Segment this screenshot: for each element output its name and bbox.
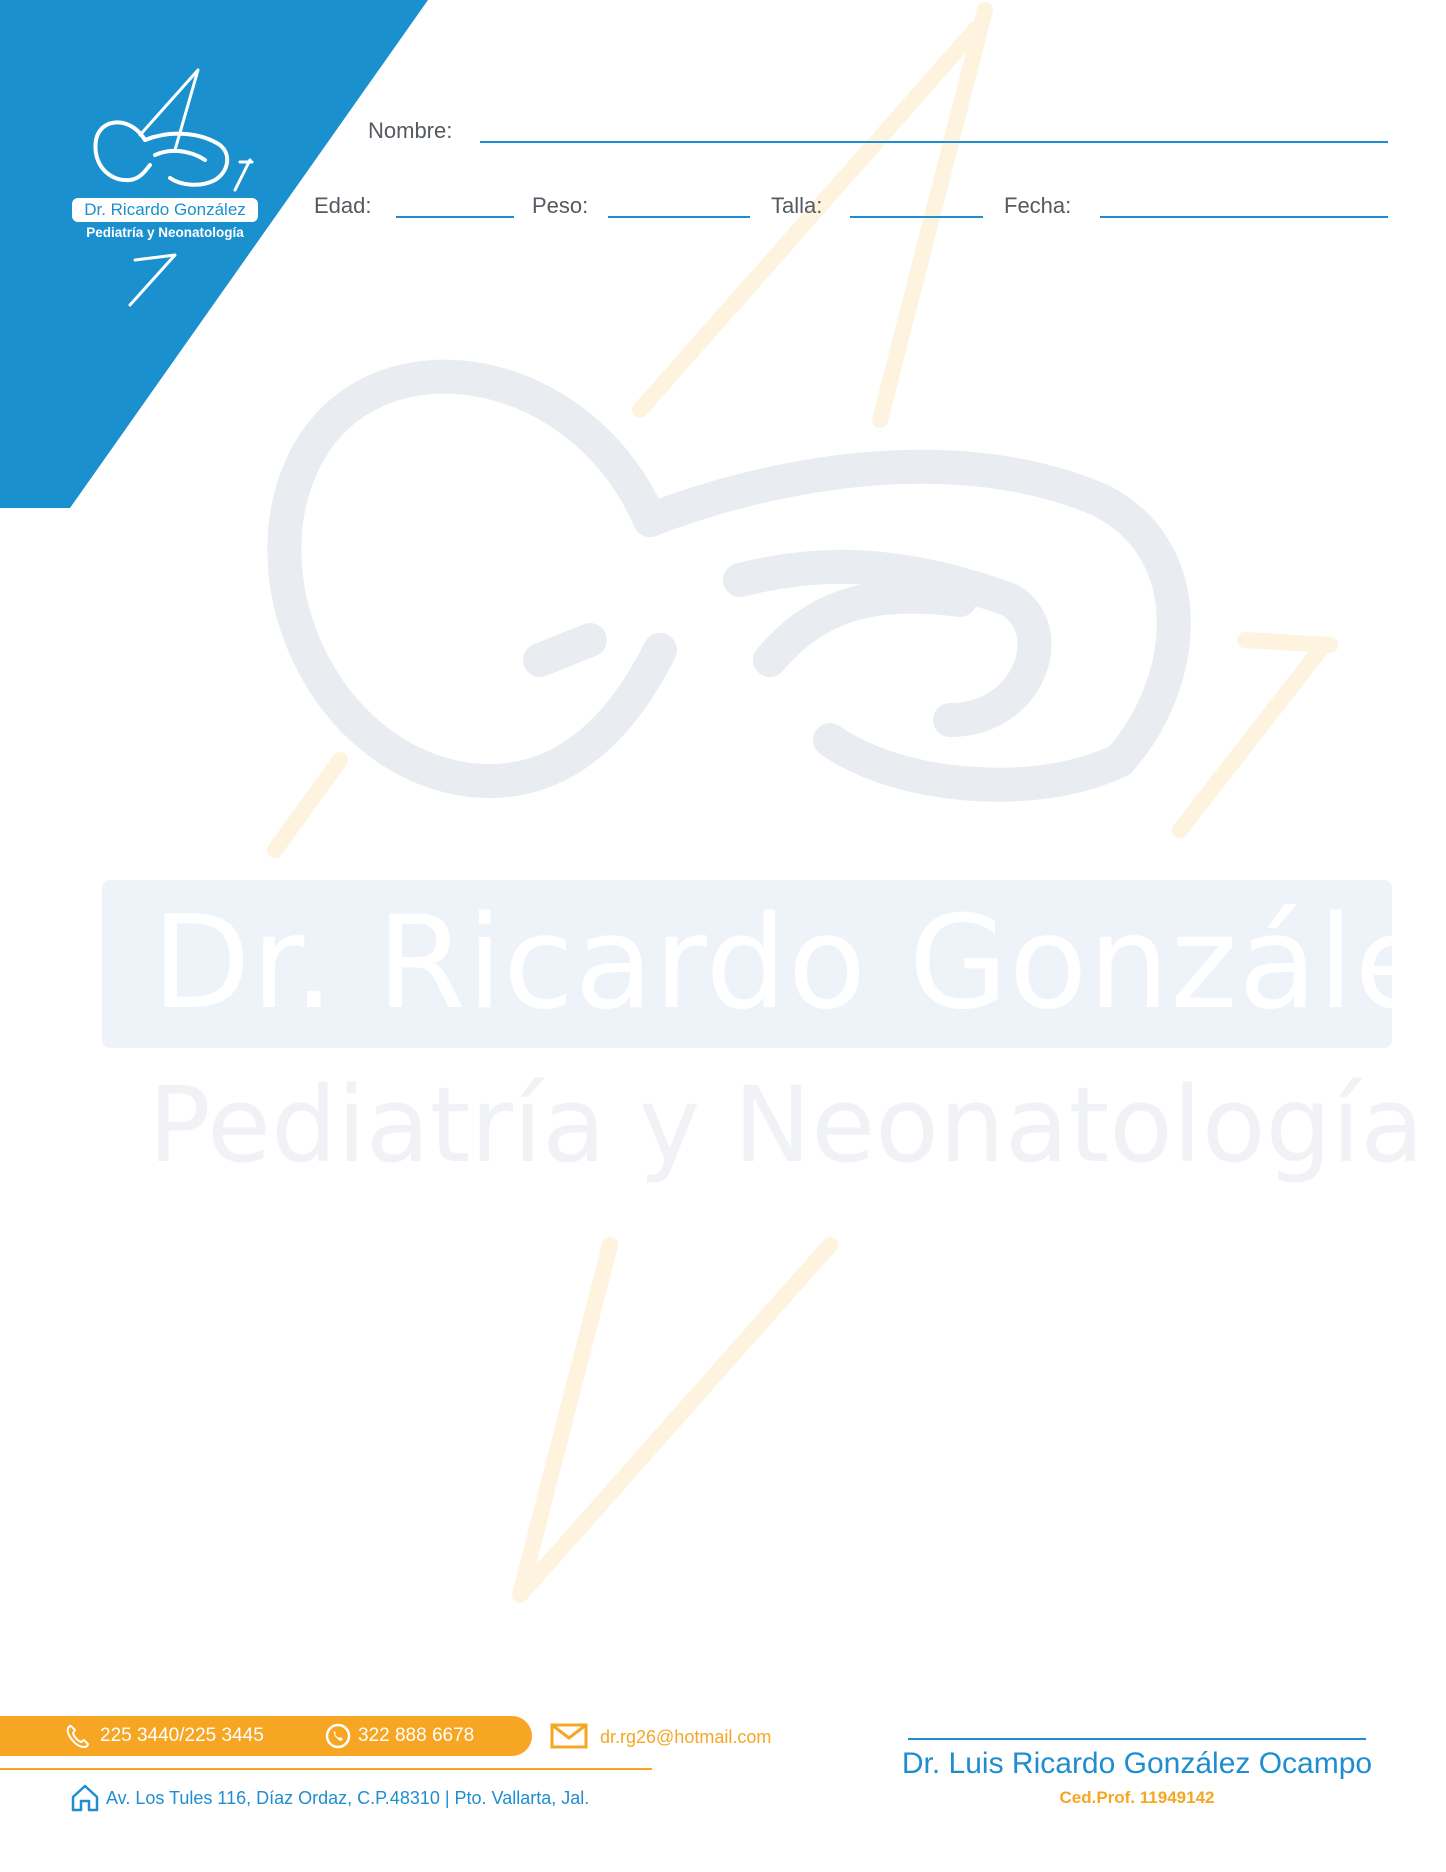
envelope-icon [550,1723,588,1749]
watermark-subtitle: Pediatría y Neonatología [148,1064,1425,1186]
home-icon [71,1784,99,1812]
cedula: Ced.Prof. 11949142 [1059,1788,1215,1807]
edad-label: Edad: [314,193,372,218]
address: Av. Los Tules 116, Díaz Ordaz, C.P.48310… [106,1788,590,1808]
talla-field[interactable] [850,216,983,218]
peso-field[interactable] [608,216,750,218]
mobile-number[interactable]: 322 888 6678 [358,1716,474,1756]
corner-banner [0,0,428,508]
edad-field[interactable] [396,216,514,218]
watermark-bolt-bottom [512,1237,838,1603]
nombre-label: Nombre: [368,118,453,143]
watermark-title-box: Dr. Ricardo González [102,880,1446,1048]
nombre-field[interactable] [480,141,1388,143]
footer-divider [0,1768,652,1770]
phone-icon [66,1725,90,1749]
peso-label: Peso: [532,193,589,218]
watermark-title: Dr. Ricardo González [152,889,1446,1038]
fecha-label: Fecha: [1004,193,1072,218]
fecha-field[interactable] [1100,216,1388,218]
talla-label: Talla: [771,193,823,218]
phone-number[interactable]: 225 3440/225 3445 [100,1716,264,1756]
logo-name: Dr. Ricardo González [72,198,258,222]
signature-name: Dr. Luis Ricardo González Ocampo [901,1747,1373,1780]
whatsapp-icon [325,1723,351,1749]
signature-line [908,1738,1366,1740]
logo-subtitle: Pediatría y Neonatología [86,225,244,240]
email-link[interactable]: dr.rg26@hotmail.com [600,1722,771,1752]
